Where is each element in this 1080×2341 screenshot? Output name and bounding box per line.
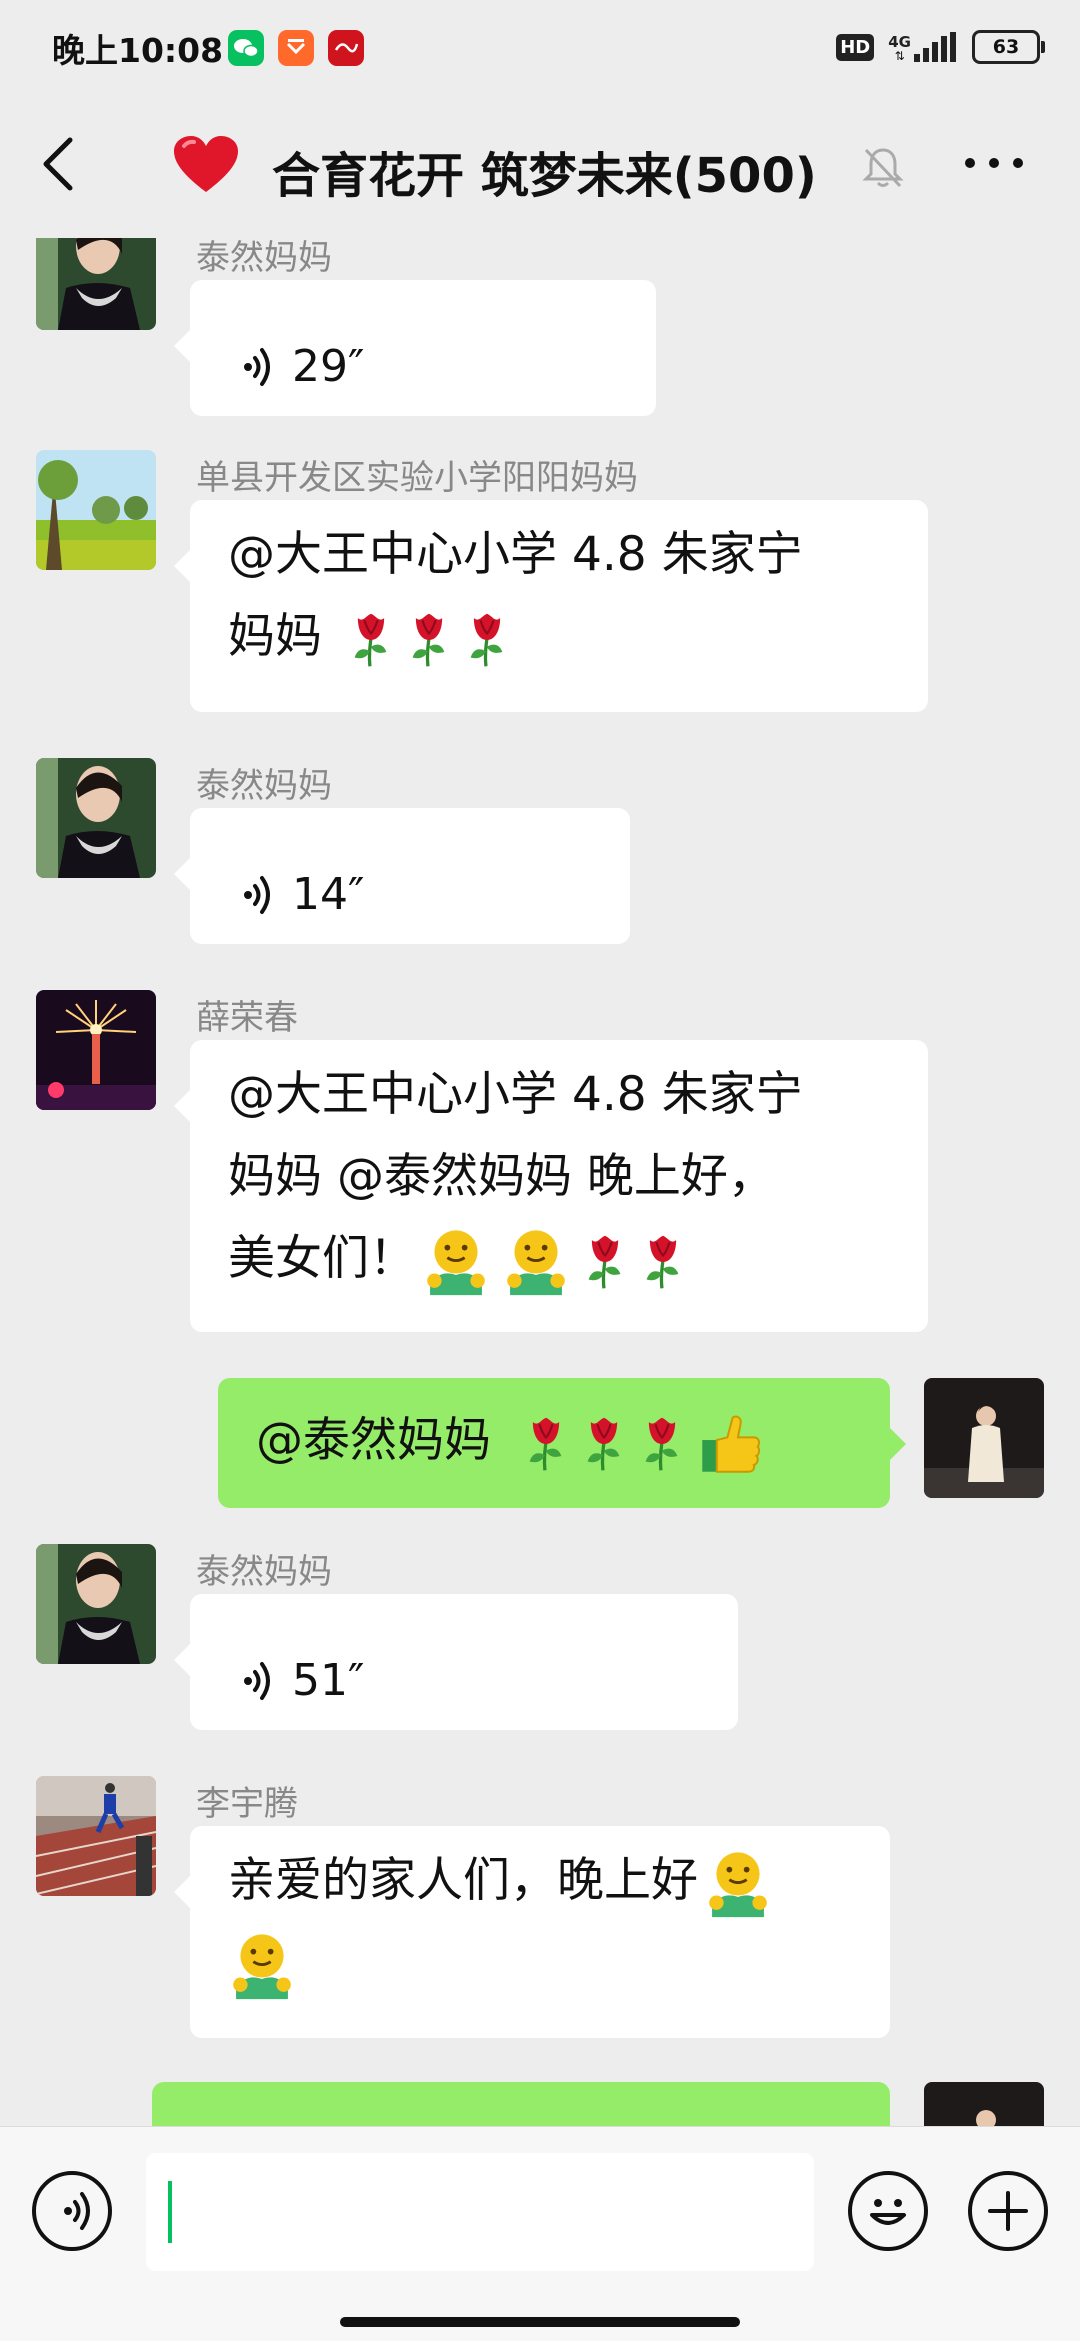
- message-line: 妈妈 @泰然妈妈 晚上好，: [228, 1149, 775, 1204]
- message-line: @大王中心小学 4.8 朱家宁: [228, 1067, 803, 1122]
- text-message-bubble[interactable]: 亲爱的家人们，晚上好: [174, 1826, 890, 2038]
- heart-emoji-icon: [172, 134, 240, 200]
- avatar[interactable]: [36, 1776, 156, 1896]
- text-message-bubble-outgoing[interactable]: @泰然妈妈: [218, 1378, 906, 1508]
- hugging-face-emoji: [231, 1932, 293, 2001]
- voice-message-bubble[interactable]: 51″: [174, 1594, 738, 1730]
- my-avatar[interactable]: [924, 2082, 1044, 2126]
- chat-title: 合育花开 筑梦未来(500): [272, 148, 817, 204]
- text-message-bubble[interactable]: @大王中心小学 4.8 朱家宁 妈妈: [174, 500, 928, 712]
- message-item: 李宇腾 亲爱的家人们，晚上好: [0, 1776, 1080, 2046]
- sender-name: 单县开发区实验小学阳阳妈妈: [196, 458, 638, 498]
- message-item: @泰然妈妈: [0, 1378, 1080, 1528]
- more-functions-button[interactable]: [968, 2171, 1048, 2251]
- back-button[interactable]: [38, 134, 82, 194]
- rose-emoji: [644, 1233, 680, 1290]
- xuexi-app-icon: [328, 30, 364, 66]
- message-line: 美女们！: [228, 1231, 416, 1286]
- voice-icon: [242, 348, 270, 386]
- message-item: 单县开发区实验小学阳阳妈妈 @大王中心小学 4.8 朱家宁 妈妈: [0, 450, 1080, 720]
- hd-badge: HD: [836, 33, 875, 61]
- message-item: 薛荣春 @大王中心小学 4.8 朱家宁 妈妈 @泰然妈妈 晚上好， 美女们！: [0, 990, 1080, 1340]
- sender-name: 泰然妈妈: [196, 766, 332, 806]
- rose-emoji: [527, 1415, 563, 1472]
- chat-header: 合育花开 筑梦未来(500): [0, 96, 1080, 238]
- hugging-face-emoji: [707, 1850, 769, 1919]
- voice-message-bubble[interactable]: 14″: [174, 808, 630, 944]
- sender-name: 薛荣春: [196, 998, 298, 1038]
- text-caret: [168, 2181, 172, 2243]
- more-icon: [965, 158, 1023, 168]
- thumbs-up-emoji: [701, 1415, 761, 1473]
- home-indicator[interactable]: [340, 2317, 740, 2327]
- status-bar: 晚上10:08 HD 4G ⇅ 63: [0, 0, 1080, 96]
- network-label: 4G: [888, 33, 911, 51]
- voice-duration: 14″: [292, 869, 365, 920]
- avatar[interactable]: [36, 450, 156, 570]
- signal-icon: 4G ⇅: [888, 32, 958, 62]
- text-message-bubble[interactable]: @大王中心小学 4.8 朱家宁 妈妈 @泰然妈妈 晚上好， 美女们！: [174, 1040, 928, 1332]
- rose-emoji: [586, 1233, 622, 1290]
- message-input[interactable]: [146, 2153, 814, 2271]
- mute-bell-icon: [860, 144, 906, 194]
- smiley-icon: [870, 2199, 906, 2225]
- avatar[interactable]: [36, 1544, 156, 1664]
- rose-emoji: [468, 611, 504, 668]
- rose-emoji: [643, 1415, 679, 1472]
- message-item: [0, 2082, 1080, 2126]
- hugging-face-emoji: [505, 1228, 567, 1297]
- my-avatar[interactable]: [924, 1378, 1044, 1498]
- input-bar: [0, 2126, 1080, 2341]
- avatar[interactable]: [36, 990, 156, 1110]
- avatar[interactable]: [36, 758, 156, 878]
- voice-message-bubble[interactable]: 29″: [174, 280, 656, 416]
- status-indicators: HD 4G ⇅ 63: [836, 30, 1045, 64]
- status-time: 晚上10:08: [52, 31, 224, 70]
- more-button[interactable]: [962, 148, 1026, 178]
- voice-input-icon: [62, 2192, 90, 2230]
- voice-icon: [242, 1662, 270, 1700]
- back-icon: [43, 137, 73, 191]
- rose-emoji: [585, 1415, 621, 1472]
- voice-duration: 51″: [292, 1655, 365, 1706]
- avatar[interactable]: [36, 238, 156, 330]
- message-item: 泰然妈妈 14″: [0, 758, 1080, 968]
- taobao-app-icon: [278, 30, 314, 66]
- message-item: 泰然妈妈 29″: [0, 238, 1080, 428]
- message-line: 亲爱的家人们，晚上好: [228, 1853, 698, 1908]
- hugging-face-emoji: [425, 1228, 487, 1297]
- sender-name: 李宇腾: [196, 1784, 298, 1824]
- sender-name: 泰然妈妈: [196, 238, 332, 278]
- rose-emoji: [352, 611, 388, 668]
- message-line: @大王中心小学 4.8 朱家宁: [228, 527, 803, 582]
- wechat-app-icon: [228, 30, 264, 66]
- message-list[interactable]: 泰然妈妈 29″ 单县开发区实验小学阳阳妈妈 @大王中心小学 4.8 朱家宁 妈…: [0, 238, 1080, 2126]
- voice-duration: 29″: [292, 341, 365, 392]
- rose-emoji: [410, 611, 446, 668]
- sender-name: 泰然妈妈: [196, 1552, 332, 1592]
- text-message-bubble-outgoing[interactable]: [152, 2082, 890, 2126]
- voice-icon: [242, 876, 270, 914]
- plus-icon: [988, 2191, 1028, 2231]
- battery-indicator: 63: [972, 30, 1045, 64]
- voice-input-button[interactable]: [32, 2171, 112, 2251]
- message-line: @泰然妈妈: [256, 1413, 491, 1468]
- emoji-button[interactable]: [848, 2171, 928, 2251]
- message-item: 泰然妈妈 51″: [0, 1544, 1080, 1754]
- message-line: 妈妈: [228, 609, 322, 664]
